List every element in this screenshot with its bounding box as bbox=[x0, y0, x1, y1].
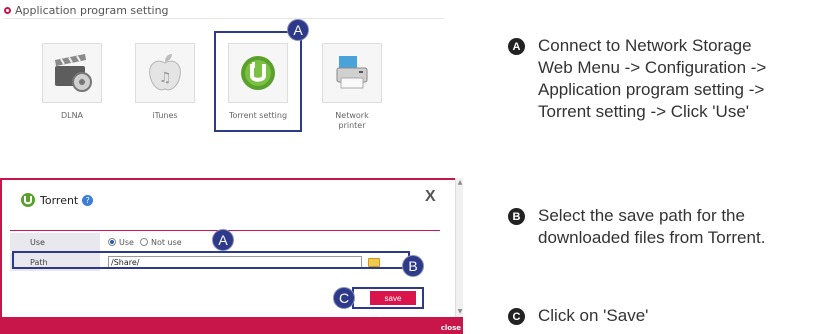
marker-b: B bbox=[402, 255, 424, 277]
dialog-footer: close bbox=[0, 317, 463, 334]
app-network-printer[interactable]: Network printer bbox=[317, 43, 387, 131]
step-text: Connect to Network Storage Web Menu -> C… bbox=[538, 36, 767, 121]
save-button[interactable]: save bbox=[370, 291, 416, 305]
svg-text:♫: ♫ bbox=[159, 70, 172, 86]
torrent-highlight-box bbox=[214, 31, 302, 132]
instruction-a: A Connect to Network Storage Web Menu ->… bbox=[508, 35, 808, 123]
dialog-title-text: Torrent bbox=[40, 193, 79, 207]
app-label: Network printer bbox=[335, 111, 369, 130]
marker-c: C bbox=[333, 287, 355, 309]
scroll-down-icon[interactable]: ▼ bbox=[457, 309, 463, 315]
radio-not-use[interactable]: Not use bbox=[139, 237, 182, 247]
dlna-tile[interactable] bbox=[42, 43, 102, 103]
app-dlna[interactable]: DLNA bbox=[37, 43, 107, 121]
scroll-up-icon[interactable]: ▲ bbox=[457, 180, 463, 186]
radio-use-label: Use bbox=[119, 237, 134, 247]
close-button[interactable]: X bbox=[425, 188, 436, 206]
help-icon[interactable]: ? bbox=[82, 194, 94, 206]
apple-icon: ♫ bbox=[149, 54, 181, 91]
use-label: Use bbox=[10, 233, 100, 251]
instruction-b: B Select the save path for the downloade… bbox=[508, 205, 808, 249]
app-label: iTunes bbox=[152, 111, 178, 120]
step-text: Click on 'Save' bbox=[538, 306, 649, 325]
dialog-title: Torrent ? bbox=[20, 192, 94, 208]
clapperboard-icon bbox=[55, 54, 92, 92]
radio-not-use-label: Not use bbox=[150, 237, 182, 247]
marker-a: A bbox=[287, 19, 309, 41]
section-header: Application program setting bbox=[4, 4, 169, 17]
radio-use[interactable]: Use bbox=[108, 238, 134, 247]
use-options: Use Not use bbox=[100, 233, 440, 251]
scrollbar[interactable]: ▲ ▼ bbox=[455, 178, 463, 317]
marker-a: A bbox=[212, 229, 234, 251]
path-highlight-box bbox=[12, 251, 410, 269]
bullet-icon bbox=[4, 7, 11, 14]
divider bbox=[4, 18, 444, 19]
step-badge: C bbox=[508, 308, 525, 325]
radio-selected-icon[interactable] bbox=[108, 238, 116, 246]
printer-tile[interactable] bbox=[322, 43, 382, 103]
app-itunes[interactable]: ♫ iTunes bbox=[130, 43, 200, 121]
itunes-tile[interactable]: ♫ bbox=[135, 43, 195, 103]
footer-close-link[interactable]: close bbox=[441, 324, 461, 332]
printer-icon bbox=[336, 56, 368, 89]
utorrent-icon bbox=[21, 193, 35, 207]
radio-unselected-icon[interactable] bbox=[139, 238, 148, 246]
section-title: Application program setting bbox=[15, 4, 169, 17]
step-text: Select the save path for the downloaded … bbox=[538, 206, 766, 247]
app-label: DLNA bbox=[60, 111, 84, 120]
instruction-c: C Click on 'Save' bbox=[508, 305, 808, 327]
step-badge: A bbox=[508, 38, 525, 55]
step-badge: B bbox=[508, 208, 525, 225]
